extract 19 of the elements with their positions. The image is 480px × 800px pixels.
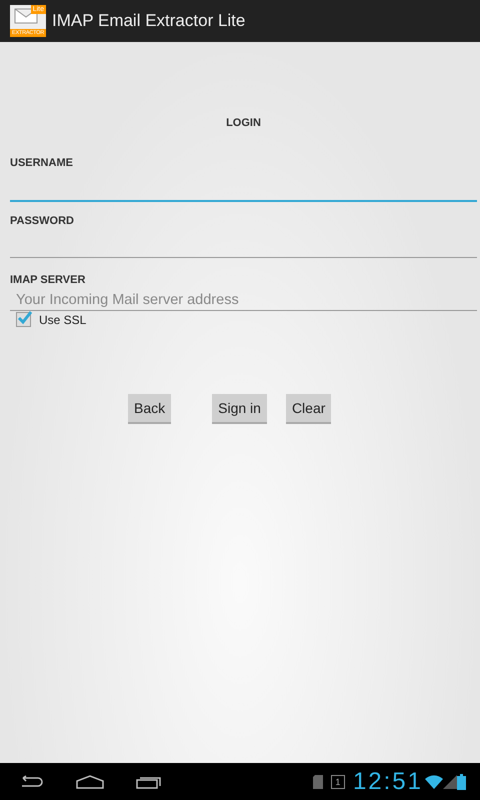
recent-apps-icon[interactable]: [136, 774, 162, 788]
action-button[interactable]: Sign in: [212, 394, 267, 424]
ssl-checkbox[interactable]: [16, 312, 31, 327]
battery-icon: [457, 774, 466, 790]
checkbox-label: Use SSL: [39, 312, 86, 326]
signal-icon: [443, 774, 457, 788]
field-label: USERNAME: [10, 156, 74, 170]
input-field[interactable]: Your Incoming Mail server address: [10, 289, 477, 311]
app-title: IMAP Email Extractor Lite: [52, 11, 246, 31]
action-button[interactable]: Clear: [286, 394, 332, 424]
clock: 12:51: [352, 768, 423, 796]
wifi-icon: [425, 774, 443, 788]
field-label: PASSWORD: [10, 214, 75, 228]
home-icon[interactable]: [76, 774, 104, 788]
calendar-icon: 1: [330, 774, 345, 788]
login-heading: LOGIN: [225, 116, 262, 130]
field-label: IMAP SERVER: [10, 273, 86, 287]
action-button[interactable]: Back: [128, 394, 172, 424]
sd-card-icon: [312, 774, 323, 788]
